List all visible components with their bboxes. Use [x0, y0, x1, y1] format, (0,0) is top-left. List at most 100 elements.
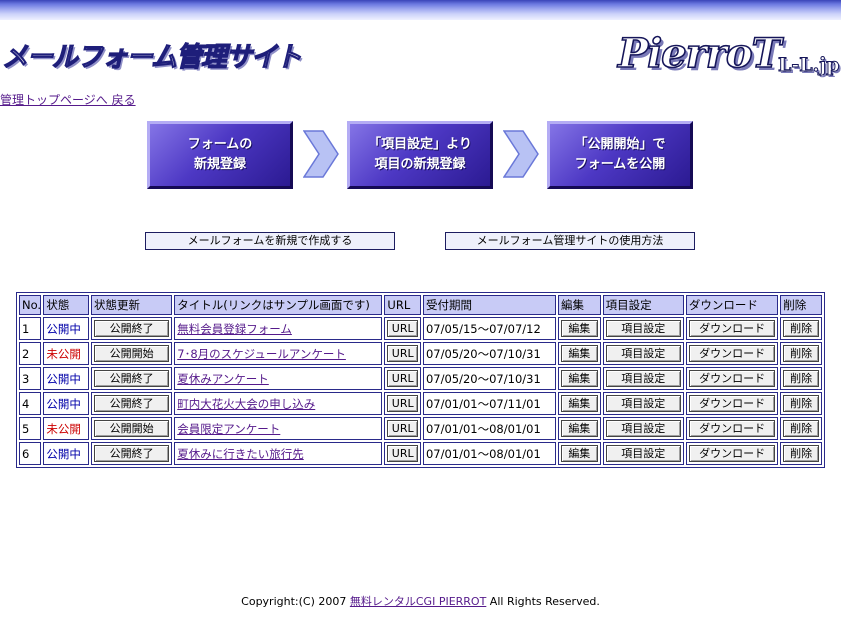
pierrot-logo[interactable]: PierroT L-L.jp	[617, 29, 840, 84]
edit-button[interactable]: 編集	[561, 395, 598, 412]
footer-prefix: Copyright:(C) 2007	[241, 595, 350, 608]
status-toggle-button[interactable]: 公開終了	[94, 320, 170, 337]
logo-sub-text: L-L.jp	[777, 54, 840, 77]
item-settings-button[interactable]: 項目設定	[605, 445, 681, 462]
status-text: 公開中	[43, 442, 90, 465]
period-text: 07/01/01～07/11/01	[422, 392, 556, 415]
chevron-right-icon	[303, 130, 339, 178]
delete-button[interactable]: 削除	[783, 395, 819, 412]
step-register-form-button[interactable]: フォームの 新規登録	[147, 121, 293, 189]
footer-pierrot-link[interactable]: 無料レンタルCGI PIERROT	[350, 595, 486, 608]
item-settings-button[interactable]: 項目設定	[605, 320, 681, 337]
form-title-link[interactable]: 夏休みに行きたい旅行先	[177, 447, 304, 461]
row-no: 5	[19, 417, 42, 440]
top-gradient-bar	[0, 0, 841, 20]
col-header-url: URL	[384, 295, 421, 315]
table-row: 5 未公開 公開開始 会員限定アンケート URL 07/01/01～08/01/…	[19, 417, 822, 440]
download-button[interactable]: ダウンロード	[688, 445, 776, 462]
period-text: 07/01/01～08/01/01	[422, 417, 556, 440]
form-title-link[interactable]: 夏休みアンケート	[177, 372, 269, 386]
step-label-line2: フォームを公開	[574, 157, 666, 172]
col-header-edit: 編集	[558, 295, 601, 315]
back-to-top-link[interactable]: 管理トップページへ 戻る	[0, 91, 136, 108]
status-toggle-button[interactable]: 公開終了	[94, 370, 170, 387]
status-text: 公開中	[43, 367, 90, 390]
item-settings-button[interactable]: 項目設定	[605, 345, 681, 362]
form-title-link[interactable]: 会員限定アンケート	[177, 422, 280, 436]
create-new-form-link[interactable]: メールフォームを新規で作成する	[145, 232, 395, 250]
status-toggle-button[interactable]: 公開終了	[94, 445, 170, 462]
step-label-line1: 「公開開始」で	[574, 137, 666, 152]
usage-guide-link[interactable]: メールフォーム管理サイトの使用方法	[445, 232, 695, 250]
download-button[interactable]: ダウンロード	[688, 320, 776, 337]
status-toggle-button[interactable]: 公開終了	[94, 395, 170, 412]
download-button[interactable]: ダウンロード	[688, 345, 776, 362]
edit-button[interactable]: 編集	[561, 445, 598, 462]
download-button[interactable]: ダウンロード	[688, 420, 776, 437]
edit-button[interactable]: 編集	[561, 320, 598, 337]
row-no: 2	[19, 342, 42, 365]
delete-button[interactable]: 削除	[783, 320, 819, 337]
row-no: 6	[19, 442, 42, 465]
form-title-link[interactable]: 7･8月のスケジュールアンケート	[177, 347, 346, 361]
period-text: 07/05/20～07/10/31	[422, 367, 556, 390]
row-no: 4	[19, 392, 42, 415]
step-label-line2: 新規登録	[193, 157, 246, 172]
item-settings-button[interactable]: 項目設定	[605, 420, 681, 437]
period-text: 07/01/01～08/01/01	[422, 442, 556, 465]
edit-button[interactable]: 編集	[561, 345, 598, 362]
status-text: 公開中	[43, 317, 90, 340]
download-button[interactable]: ダウンロード	[688, 395, 776, 412]
form-list-table: No. 状態 状態更新 タイトル(リンクはサンプル画面です) URL 受付期間 …	[16, 292, 825, 468]
status-toggle-button[interactable]: 公開開始	[94, 345, 170, 362]
step-label-line1: 「項目設定」より	[368, 137, 472, 152]
col-header-status-update: 状態更新	[91, 295, 173, 315]
download-button[interactable]: ダウンロード	[688, 370, 776, 387]
col-header-no: No.	[19, 295, 42, 315]
item-settings-button[interactable]: 項目設定	[605, 370, 681, 387]
row-no: 3	[19, 367, 42, 390]
status-text: 未公開	[43, 417, 90, 440]
copyright-footer: Copyright:(C) 2007 無料レンタルCGI PIERROT All…	[0, 593, 841, 609]
col-header-title: タイトル(リンクはサンプル画面です)	[174, 295, 383, 315]
table-row: 4 公開中 公開終了 町内大花火大会の申し込み URL 07/01/01～07/…	[19, 392, 822, 415]
footer-suffix: All Rights Reserved.	[486, 595, 600, 608]
row-no: 1	[19, 317, 42, 340]
step-label-line2: 項目の新規登録	[374, 157, 466, 172]
url-button[interactable]: URL	[387, 345, 418, 362]
form-title-link[interactable]: 町内大花火大会の申し込み	[177, 397, 315, 411]
table-row: 3 公開中 公開終了 夏休みアンケート URL 07/05/20～07/10/3…	[19, 367, 822, 390]
logo-main-text: PierroT	[617, 29, 782, 78]
col-header-period: 受付期間	[422, 295, 556, 315]
step-label-line1: フォームの	[187, 137, 253, 152]
step-add-fields-button[interactable]: 「項目設定」より 項目の新規登録	[347, 121, 493, 189]
table-row: 2 未公開 公開開始 7･8月のスケジュールアンケート URL 07/05/20…	[19, 342, 822, 365]
period-text: 07/05/20～07/10/31	[422, 342, 556, 365]
status-toggle-button[interactable]: 公開開始	[94, 420, 170, 437]
status-text: 未公開	[43, 342, 90, 365]
url-button[interactable]: URL	[387, 370, 418, 387]
col-header-delete: 削除	[780, 295, 822, 315]
delete-button[interactable]: 削除	[783, 370, 819, 387]
table-row: 6 公開中 公開終了 夏休みに行きたい旅行先 URL 07/01/01～08/0…	[19, 442, 822, 465]
table-header-row: No. 状態 状態更新 タイトル(リンクはサンプル画面です) URL 受付期間 …	[19, 295, 822, 315]
period-text: 07/05/15～07/07/12	[422, 317, 556, 340]
form-title-link[interactable]: 無料会員登録フォーム	[177, 322, 292, 336]
url-button[interactable]: URL	[387, 320, 418, 337]
edit-button[interactable]: 編集	[561, 370, 598, 387]
col-header-items: 項目設定	[602, 295, 684, 315]
site-title: メールフォーム管理サイト	[1, 41, 302, 73]
table-row: 1 公開中 公開終了 無料会員登録フォーム URL 07/05/15～07/07…	[19, 317, 822, 340]
delete-button[interactable]: 削除	[783, 345, 819, 362]
status-text: 公開中	[43, 392, 90, 415]
edit-button[interactable]: 編集	[561, 420, 598, 437]
item-settings-button[interactable]: 項目設定	[605, 395, 681, 412]
url-button[interactable]: URL	[387, 395, 418, 412]
col-header-status: 状態	[43, 295, 90, 315]
url-button[interactable]: URL	[387, 445, 418, 462]
step-publish-button[interactable]: 「公開開始」で フォームを公開	[547, 121, 693, 189]
url-button[interactable]: URL	[387, 420, 418, 437]
delete-button[interactable]: 削除	[783, 420, 819, 437]
delete-button[interactable]: 削除	[783, 445, 819, 462]
col-header-download: ダウンロード	[685, 295, 779, 315]
